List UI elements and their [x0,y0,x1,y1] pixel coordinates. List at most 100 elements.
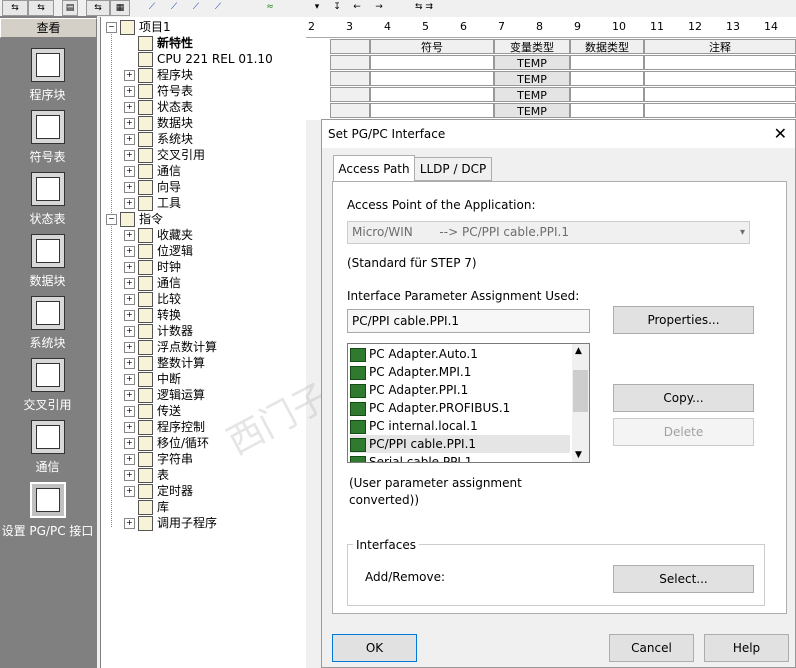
arrow-icon[interactable]: ← [350,0,364,14]
tree-item[interactable]: + 数据块 [124,115,193,131]
tree-item[interactable]: 库 [124,499,169,515]
expand-icon[interactable]: + [124,230,135,241]
cancel-button[interactable]: Cancel [609,634,694,662]
variable-table[interactable]: 符号 变量类型 数据类型 注释 TEMP TEMP TEMP TEMP [306,38,796,120]
tree-item[interactable]: + 调用子程序 [124,515,217,531]
expand-icon[interactable]: + [124,278,135,289]
arrow-icon[interactable]: ▾ [310,0,324,14]
nav-item-4[interactable]: 系统块 [0,296,95,351]
help-button[interactable]: Help [704,634,789,662]
expand-icon[interactable]: + [124,86,135,97]
nav-item-5[interactable]: 交叉引用 [0,358,95,413]
symbol-cell[interactable] [370,103,494,118]
tree-item[interactable]: + 字符串 [124,451,193,467]
expand-icon[interactable]: + [124,134,135,145]
symbol-cell[interactable] [370,71,494,86]
tree-item[interactable]: + 收藏夹 [124,227,193,243]
tree-item[interactable]: + 系统块 [124,131,193,147]
collapse-icon[interactable]: − [106,22,117,33]
expand-icon[interactable]: + [124,150,135,161]
tree-item[interactable]: CPU 221 REL 01.10 [124,51,273,67]
row-header[interactable] [330,87,370,102]
run-icon[interactable]: ⟋ [208,0,228,14]
scroll-up-icon[interactable]: ▲ [575,346,582,356]
nav-item-6[interactable]: 通信 [0,420,95,475]
network-icon[interactable]: ⇆ [86,0,110,16]
tree-item[interactable]: + 中断 [124,371,181,387]
comment-cell[interactable] [644,71,796,86]
comment-cell[interactable] [644,87,796,102]
run-icon[interactable]: ⟋ [186,0,206,14]
expand-icon[interactable]: + [124,518,135,529]
column-header[interactable]: 符号 [370,39,494,54]
symbol-cell[interactable] [370,87,494,102]
expand-icon[interactable]: + [124,166,135,177]
expand-icon[interactable]: + [124,262,135,273]
tree-item[interactable]: + 状态表 [124,99,193,115]
instruction-tree[interactable]: − 项目1 新特性 CPU 221 REL 01.10 + 程序块 + 符号表 + 状态表 + 数据块… [100,17,306,668]
tree-item[interactable]: + 通信 [124,163,181,179]
tree-item[interactable]: + 定时器 [124,483,193,499]
interface-list[interactable]: Serial cable.PPI.1 PC/PPI cable.PPI.1 PC i… [347,343,590,463]
tree-item[interactable]: + 浮点数计算 [124,339,217,355]
network-icon[interactable]: ⇆ [2,0,28,16]
expand-icon[interactable]: + [124,454,135,465]
properties-button[interactable]: Properties... [613,306,754,334]
row-header[interactable] [330,103,370,118]
var-type-cell[interactable]: TEMP [494,87,570,102]
interface-list-item[interactable]: PC Adapter.PROFIBUS.1 [350,399,570,417]
ok-button[interactable]: OK [332,634,417,662]
row-header[interactable] [330,39,370,54]
scroll-down-icon[interactable]: ▼ [575,450,582,460]
nav-item-3[interactable]: 数据块 [0,234,95,289]
expand-icon[interactable]: + [124,406,135,417]
tree-item[interactable]: − 项目1 [106,19,171,35]
copy-icon[interactable]: ▤ [62,0,78,16]
nav-item-7[interactable]: 设置 PG/PC 接口 [0,482,95,539]
interface-list-item[interactable]: PC Adapter.PPI.1 [350,381,570,399]
data-type-cell[interactable] [570,71,644,86]
expand-icon[interactable]: + [124,438,135,449]
tree-item[interactable]: + 交叉引用 [124,147,205,163]
nav-header[interactable]: 查看 [0,18,97,38]
close-icon[interactable]: ✕ [774,120,787,148]
tab-lldp-dcp[interactable]: LLDP / DCP [414,157,492,181]
arrow-icon[interactable]: ↧ [330,0,344,14]
expand-icon[interactable]: + [124,70,135,81]
nav-item-0[interactable]: 程序块 [0,48,95,103]
var-type-cell[interactable]: TEMP [494,71,570,86]
comment-cell[interactable] [644,55,796,70]
var-type-cell[interactable]: TEMP [494,103,570,118]
tree-item[interactable]: + 位逻辑 [124,243,193,259]
tree-item[interactable]: + 转换 [124,307,181,323]
arrow-icon[interactable]: ⇆ ⇉ [404,0,444,14]
expand-icon[interactable]: + [124,422,135,433]
tree-item[interactable]: − 指令 [106,211,163,227]
expand-icon[interactable]: + [124,358,135,369]
expand-icon[interactable]: + [124,326,135,337]
run-icon[interactable]: ⟋ [142,0,162,14]
expand-icon[interactable]: + [124,374,135,385]
expand-icon[interactable]: + [124,486,135,497]
tree-item[interactable]: + 移位/循环 [124,435,209,451]
tree-item[interactable]: + 逻辑运算 [124,387,205,403]
tree-item[interactable]: + 符号表 [124,83,193,99]
tree-item[interactable]: + 程序控制 [124,419,205,435]
expand-icon[interactable]: + [124,246,135,257]
column-header[interactable]: 变量类型 [494,39,570,54]
interface-list-item[interactable]: Serial cable.PPI.1 [350,453,570,462]
arrow-icon[interactable]: → [372,0,386,14]
var-type-cell[interactable]: TEMP [494,55,570,70]
table-icon[interactable]: ▦ [110,0,130,16]
delete-button[interactable]: Delete [613,418,754,446]
data-type-cell[interactable] [570,103,644,118]
scroll-thumb[interactable] [573,370,588,412]
network-icon[interactable]: ⇆ [28,0,54,16]
nav-item-1[interactable]: 符号表 [0,110,95,165]
expand-icon[interactable]: + [124,198,135,209]
tree-item[interactable]: + 向导 [124,179,181,195]
expand-icon[interactable]: + [124,118,135,129]
comment-cell[interactable] [644,103,796,118]
collapse-icon[interactable]: − [106,214,117,225]
tree-item[interactable]: + 计数器 [124,323,193,339]
